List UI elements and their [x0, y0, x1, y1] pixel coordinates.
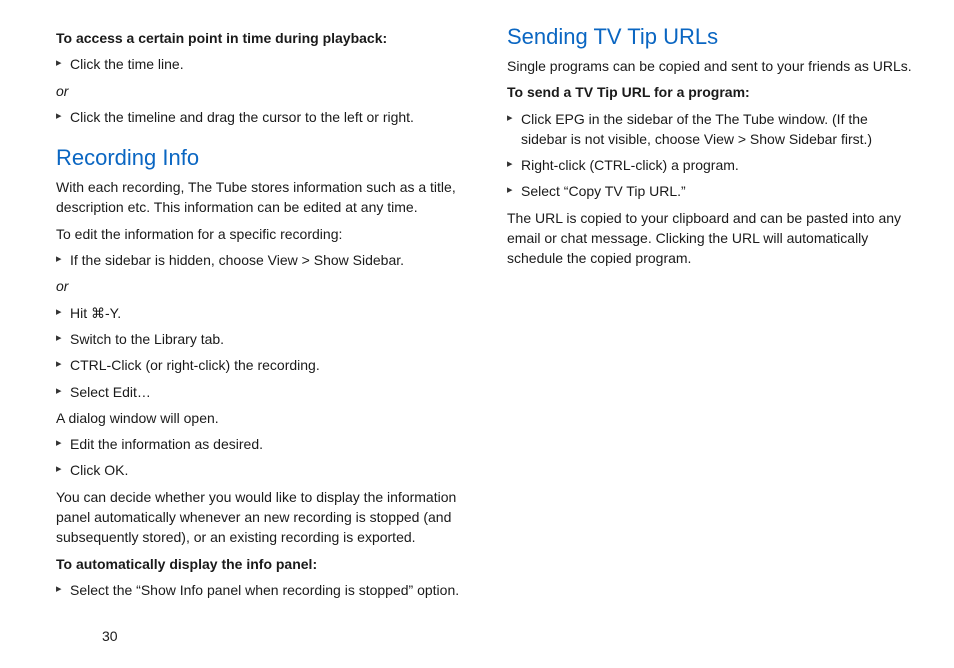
list-item: Click the time line. [56, 54, 463, 74]
body-text: You can decide whether you would like to… [56, 487, 463, 548]
list-item: Select Edit… [56, 382, 463, 402]
instruction-heading: To automatically display the info panel: [56, 554, 463, 574]
list-item: Click EPG in the sidebar of the The Tube… [507, 109, 914, 150]
list-item: Right-click (CTRL-click) a program. [507, 155, 914, 175]
list-item: Click OK. [56, 460, 463, 480]
list-item: Hit ⌘-Y. [56, 303, 463, 323]
right-column: Sending TV Tip URLs Single programs can … [507, 24, 914, 644]
list-item: If the sidebar is hidden, choose View > … [56, 250, 463, 270]
or-separator: or [56, 81, 463, 101]
list-item: Select “Copy TV Tip URL.” [507, 181, 914, 201]
section-heading-recording-info: Recording Info [56, 145, 463, 171]
instruction-heading: To access a certain point in time during… [56, 28, 463, 48]
page-number: 30 [102, 628, 118, 644]
instruction-heading: To send a TV Tip URL for a program: [507, 82, 914, 102]
body-text: To edit the information for a specific r… [56, 224, 463, 244]
or-separator: or [56, 276, 463, 296]
list-item: Switch to the Library tab. [56, 329, 463, 349]
body-text: With each recording, The Tube stores inf… [56, 177, 463, 218]
body-text: The URL is copied to your clipboard and … [507, 208, 914, 269]
body-text: A dialog window will open. [56, 408, 463, 428]
list-item: Edit the information as desired. [56, 434, 463, 454]
list-item: Click the timeline and drag the cursor t… [56, 107, 463, 127]
body-text: Single programs can be copied and sent t… [507, 56, 914, 76]
list-item: Select the “Show Info panel when recordi… [56, 580, 463, 600]
document-page: To access a certain point in time during… [0, 0, 954, 668]
list-item: CTRL-Click (or right-click) the recordin… [56, 355, 463, 375]
section-heading-sending-tv-tip: Sending TV Tip URLs [507, 24, 914, 50]
left-column: To access a certain point in time during… [56, 24, 463, 644]
